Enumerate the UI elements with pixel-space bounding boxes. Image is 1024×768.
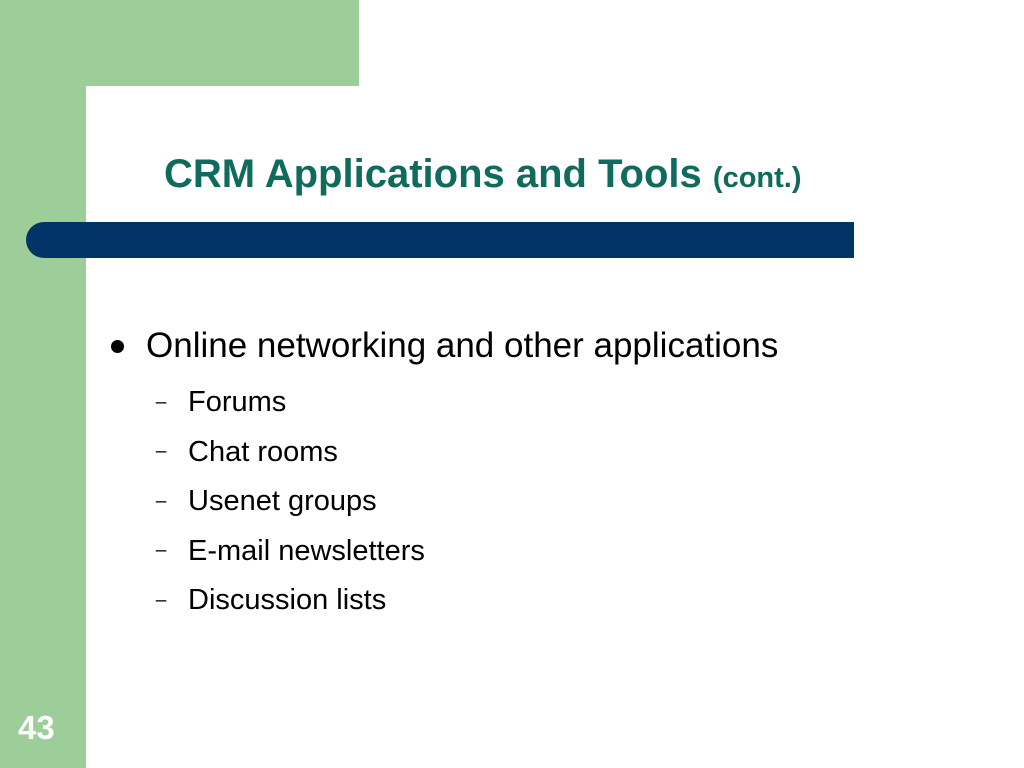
sub-bullet-item: – Discussion lists	[154, 576, 425, 626]
slide-title: CRM Applications and Tools (cont.)	[164, 148, 802, 204]
dash-bullet-icon: –	[155, 540, 167, 562]
sub-bullet-item: – E-mail newsletters	[154, 527, 425, 577]
sub-bullet-text: Forums	[188, 386, 287, 419]
sub-bullet-item: – Forums	[154, 378, 425, 428]
title-underline-bar	[26, 222, 854, 258]
slide-number: 43	[18, 709, 55, 746]
sub-bullet-text: E-mail newsletters	[188, 534, 425, 567]
left-green-band	[0, 0, 86, 768]
sub-bullet-text: Discussion lists	[188, 584, 387, 617]
bullet-dot-icon	[111, 339, 124, 353]
slide-title-suffix: (cont.)	[712, 162, 802, 194]
sub-bullet-text: Usenet groups	[188, 485, 377, 518]
slide-title-main: CRM Applications and Tools	[164, 152, 702, 196]
dash-bullet-icon: –	[155, 490, 167, 512]
sub-bullet-text: Chat rooms	[188, 435, 338, 468]
sub-bullet-list: – Forums – Chat rooms – Usenet groups – …	[154, 378, 425, 626]
main-bullet: Online networking and other applications	[108, 324, 778, 368]
dash-bullet-icon: –	[155, 441, 167, 463]
sub-bullet-item: – Usenet groups	[154, 477, 425, 527]
main-bullet-text: Online networking and other applications	[146, 326, 779, 365]
top-green-band	[0, 0, 359, 86]
dash-bullet-icon: –	[155, 391, 167, 413]
sub-bullet-item: – Chat rooms	[154, 428, 425, 478]
slide: CRM Applications and Tools (cont.) Onlin…	[0, 0, 1024, 768]
dash-bullet-icon: –	[155, 589, 167, 611]
